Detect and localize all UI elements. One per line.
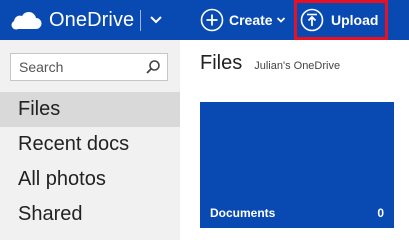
search-icon[interactable]	[145, 59, 161, 75]
app-menu-button[interactable]	[145, 8, 167, 32]
plus-circle-icon	[200, 8, 224, 32]
header-divider	[140, 10, 141, 31]
cloud-icon	[11, 11, 42, 30]
create-button[interactable]: Create	[200, 5, 286, 35]
folder-tile-documents[interactable]: Documents 0	[200, 102, 394, 228]
create-dropdown-chevron-icon	[276, 17, 285, 23]
upload-icon	[300, 8, 324, 32]
folder-tile-count: 0	[377, 206, 384, 220]
search-box	[10, 53, 168, 81]
main-content: Files Julian's OneDrive Documents 0	[180, 40, 409, 240]
upload-label: Upload	[331, 12, 379, 28]
top-bar: OneDrive Create Upload	[0, 0, 409, 40]
create-label: Create	[229, 12, 273, 28]
upload-button[interactable]: Upload	[300, 5, 378, 35]
page-title[interactable]: Files	[200, 52, 242, 75]
folder-tile-name: Documents	[210, 206, 276, 220]
search-input[interactable]	[11, 54, 135, 80]
sidebar-item-shared[interactable]: Shared	[0, 197, 180, 232]
onedrive-window: OneDrive Create Upload Search Files Rece…	[0, 0, 409, 240]
app-title[interactable]: OneDrive	[49, 7, 134, 33]
sidebar-item-all-photos[interactable]: All photos	[0, 162, 180, 197]
breadcrumb: Files Julian's OneDrive	[200, 52, 340, 75]
sidebar-item-recent-docs[interactable]: Recent docs	[0, 127, 180, 162]
onedrive-owner-label[interactable]: Julian's OneDrive	[254, 60, 340, 72]
chevron-down-icon	[150, 16, 162, 24]
sidebar-nav: Files Recent docs All photos Shared	[0, 92, 180, 232]
sidebar: Files Recent docs All photos Shared	[0, 40, 180, 240]
sidebar-item-files[interactable]: Files	[0, 92, 180, 127]
